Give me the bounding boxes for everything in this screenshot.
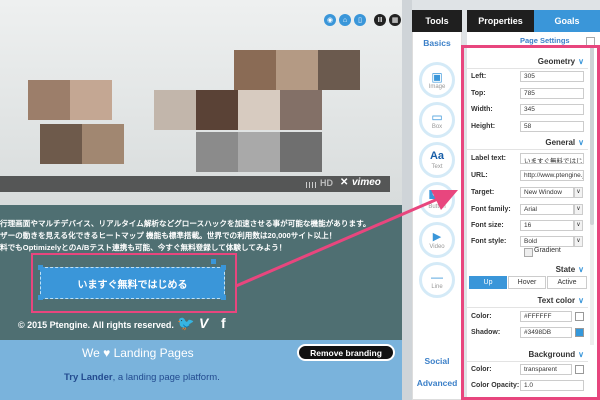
volume-bar — [309, 182, 310, 188]
home-icon[interactable]: ⌂ — [339, 14, 351, 26]
button-icon: Ok — [429, 190, 445, 199]
hd-toggle[interactable]: HD — [320, 178, 333, 188]
tool-label: Image — [428, 84, 446, 90]
tool-label: Box — [431, 124, 443, 130]
tab-goals[interactable]: Goals — [534, 10, 600, 32]
properties-highlight-frame — [461, 45, 600, 400]
location-icon[interactable]: ◉ — [324, 14, 336, 26]
tool-label: Video — [429, 244, 445, 250]
tool-line[interactable]: — Line — [419, 262, 455, 298]
volume-bar — [312, 182, 313, 188]
copyright-text: © 2015 Ptengine. All rights reserved. — [18, 320, 174, 330]
mobile-icon[interactable]: ▯ — [354, 14, 366, 26]
volume-bar — [315, 182, 316, 188]
hero-text-line: 料でもOptimizelyとのA/Bテスト連携も可能、今すぐ無料登録して体験して… — [0, 243, 287, 252]
try-lander-text: Try Lander, a landing page platform. — [64, 372, 220, 383]
try-lander-link[interactable]: Try Lander — [64, 372, 113, 383]
resize-handle[interactable] — [38, 265, 43, 270]
resize-handle[interactable] — [221, 265, 226, 270]
tool-image[interactable]: ▣ Image — [419, 62, 455, 98]
tool-text[interactable]: Aa Text — [419, 142, 455, 178]
line-icon: — — [431, 270, 443, 284]
box-icon: ▭ — [431, 110, 443, 124]
resize-handle[interactable] — [38, 295, 43, 300]
grid-icon[interactable]: ▦ — [389, 14, 401, 26]
tools-header: Tools — [412, 10, 462, 32]
try-lander-rest: , a landing page platform. — [112, 372, 220, 383]
hero-text-line: 行理画面やマルチデバイス、リアルタイム解析などグロースハックを加速させる事が可能… — [0, 219, 371, 228]
video-icon: ▶ — [432, 231, 442, 243]
facebook-icon[interactable]: f — [221, 315, 226, 331]
canvas-border — [402, 0, 412, 400]
resize-handle[interactable] — [211, 259, 216, 264]
remove-branding-button[interactable]: Remove branding — [297, 344, 395, 361]
tools-section-basics[interactable]: Basics — [412, 38, 462, 48]
tools-section-social[interactable]: Social — [412, 356, 462, 366]
volume-bar — [306, 182, 307, 188]
hero-text-line: ザーの動きを見える化できるヒートマップ 機能も標準搭載。世界での利用数は20,0… — [0, 231, 337, 240]
tool-label: Line — [431, 284, 443, 290]
tool-label: Button — [428, 204, 446, 210]
tool-label: Text — [431, 164, 443, 170]
tool-box[interactable]: ▭ Box — [419, 102, 455, 138]
photo-mosaic — [0, 0, 402, 205]
image-icon: ▣ — [431, 70, 443, 84]
vimeo-icon[interactable]: V — [199, 315, 208, 331]
vimeo-logo[interactable]: vimeo — [352, 177, 381, 188]
resize-handle[interactable] — [221, 295, 226, 300]
tools-section-advanced[interactable]: Advanced — [412, 378, 462, 388]
tab-properties[interactable]: Properties — [467, 10, 534, 32]
fullscreen-icon[interactable]: ✕ — [340, 177, 348, 188]
tool-button[interactable]: Ok Button — [419, 182, 455, 218]
cta-button[interactable]: いますぐ無料ではじめる — [40, 267, 225, 299]
tool-video[interactable]: ▶ Video — [419, 222, 455, 258]
page-settings-link[interactable]: Page Settings — [520, 36, 570, 45]
twitter-icon[interactable]: 🐦 — [177, 315, 194, 332]
text-icon: Aa — [429, 150, 445, 162]
footer-tagline: We ♥ Landing Pages — [82, 346, 194, 360]
editor-canvas[interactable]: HD ✕ vimeo 行理画面やマルチデバイス、リアルタイム解析などグロースハッ… — [0, 0, 402, 400]
columns-icon[interactable]: Ⅲ — [374, 14, 386, 26]
